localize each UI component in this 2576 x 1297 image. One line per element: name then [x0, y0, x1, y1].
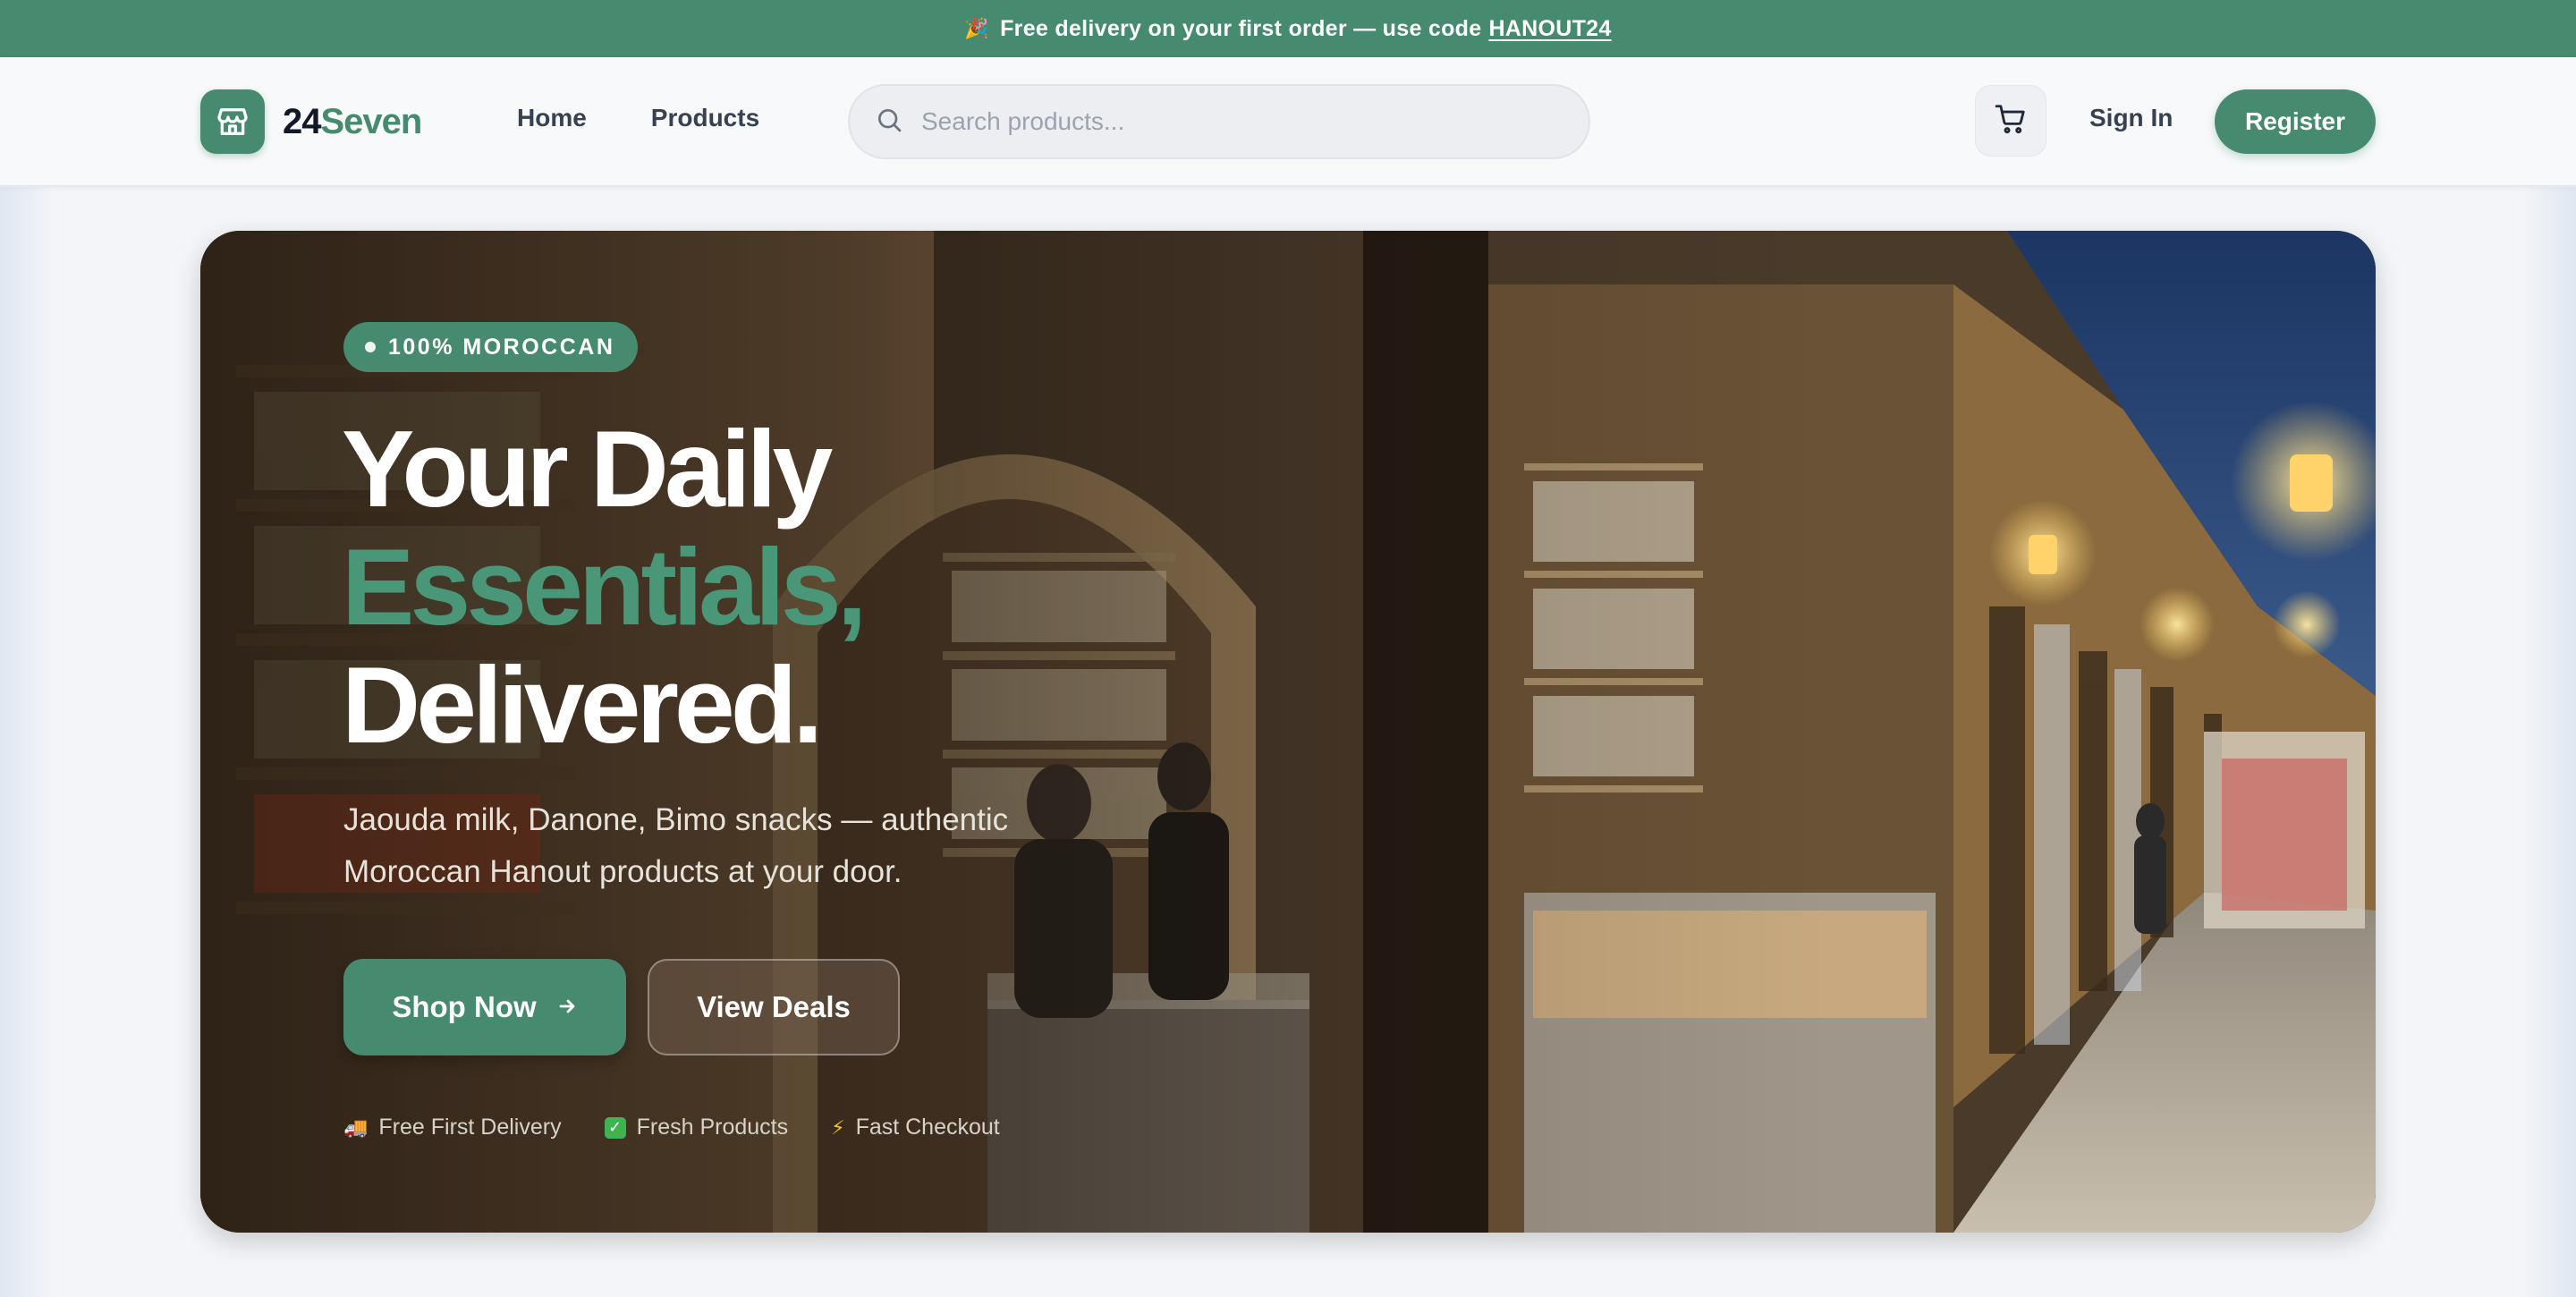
main-nav: Home Products: [517, 104, 759, 132]
headline-line-2: Essentials,: [342, 526, 867, 648]
feature-item: ✓ Fresh Products: [604, 1115, 789, 1140]
arrow-right-icon: [556, 990, 578, 1024]
promo-bar: 🎉 Free delivery on your first order — us…: [0, 0, 2576, 57]
promo-text: Free delivery on your first order — use …: [1000, 15, 1482, 41]
site-header: 24Seven Home Products Sign In Register: [0, 57, 2576, 187]
search-input[interactable]: [921, 107, 1530, 136]
store-icon: [200, 89, 265, 154]
search-bar[interactable]: [848, 84, 1590, 159]
truck-icon: 🚚: [343, 1115, 369, 1139]
hero-subtext: Jaouda milk, Danone, Bimo snacks — authe…: [343, 802, 1009, 889]
hero-headline: Your Daily Essentials, Delivered.: [342, 408, 867, 766]
headline-line-3: Delivered.: [342, 644, 823, 766]
feature-list: 🚚 Free First Delivery ✓ Fresh Products ⚡…: [343, 1115, 1000, 1140]
feature-item: ⚡ Fast Checkout: [831, 1115, 1000, 1140]
feature-label: Free First Delivery: [378, 1115, 562, 1140]
view-deals-button[interactable]: View Deals: [648, 959, 900, 1055]
badge-dot-icon: [365, 342, 376, 352]
check-icon: ✓: [604, 1116, 626, 1139]
feature-label: Fast Checkout: [855, 1115, 1000, 1140]
register-button[interactable]: Register: [2215, 89, 2376, 154]
logo[interactable]: 24Seven: [200, 89, 422, 155]
badge-label: 100% MOROCCAN: [388, 334, 615, 360]
feature-label: Fresh Products: [636, 1115, 789, 1140]
shop-now-button[interactable]: Shop Now: [343, 959, 626, 1055]
party-icon: 🎉: [964, 17, 990, 39]
headline-line-1: Your Daily: [342, 408, 833, 530]
cart-icon: [1994, 102, 2028, 140]
lightning-icon: ⚡: [831, 1115, 845, 1139]
hero-banner: 100% MOROCCAN Your Daily Essentials, Del…: [200, 231, 2376, 1233]
feature-item: 🚚 Free First Delivery: [343, 1115, 562, 1140]
promo-code[interactable]: HANOUT24: [1488, 16, 1611, 42]
shop-now-label: Shop Now: [392, 990, 537, 1023]
cart-button[interactable]: [1975, 85, 2046, 157]
origin-badge: 100% MOROCCAN: [343, 322, 639, 372]
nav-products[interactable]: Products: [651, 104, 759, 132]
sign-in-link[interactable]: Sign In: [2089, 104, 2173, 132]
logo-text: 24Seven: [283, 101, 422, 141]
nav-home[interactable]: Home: [517, 104, 587, 132]
search-icon: [875, 106, 903, 139]
